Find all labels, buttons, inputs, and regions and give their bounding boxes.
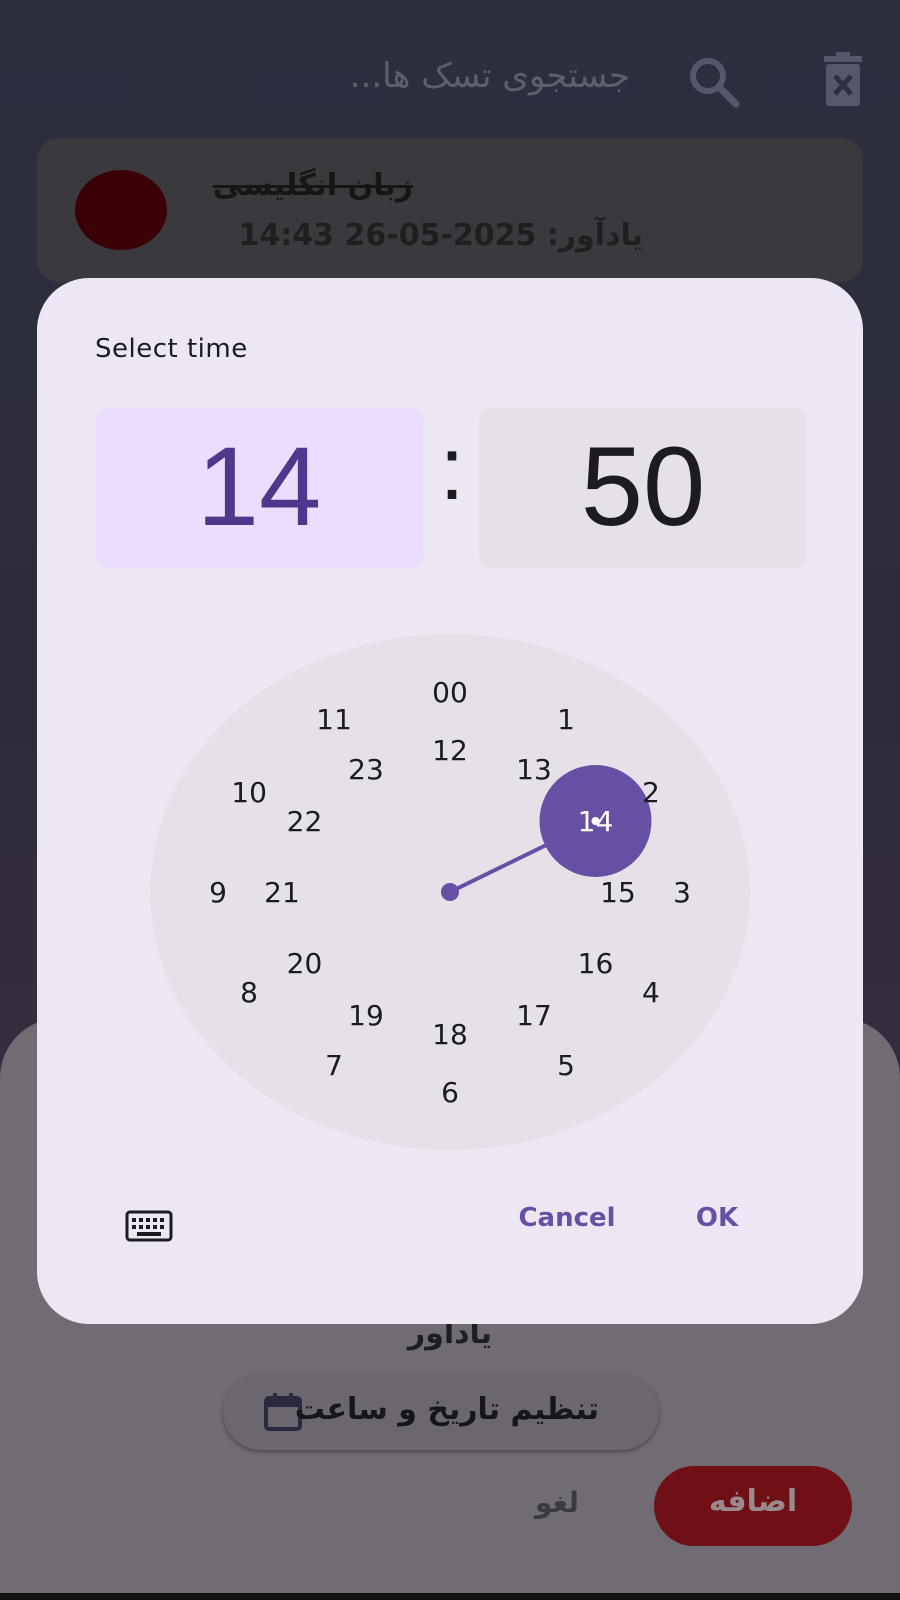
clock-number-outer-9[interactable]: 9 xyxy=(209,876,227,909)
clock-number-outer-5[interactable]: 5 xyxy=(557,1049,575,1082)
clock-number-outer-7[interactable]: 7 xyxy=(325,1049,343,1082)
clock-number-inner-19[interactable]: 19 xyxy=(348,999,384,1032)
task-title: زبان انگلیسی xyxy=(212,168,413,203)
keyboard-icon[interactable] xyxy=(125,1210,173,1242)
sheet-cancel-button[interactable]: لغو xyxy=(535,1486,579,1519)
task-color-indicator xyxy=(75,170,167,250)
task-reminder: یادآور: 2025-05-26 14:43 xyxy=(238,218,643,253)
cancel-button[interactable]: Cancel xyxy=(507,1188,627,1248)
add-button[interactable]: اضافه xyxy=(654,1466,852,1546)
clock-number-outer-3[interactable]: 3 xyxy=(673,876,691,909)
add-label: اضافه xyxy=(708,1484,798,1519)
clock-number-inner-22[interactable]: 22 xyxy=(287,805,323,838)
trash-icon[interactable] xyxy=(820,52,866,106)
clock-number-inner-23[interactable]: 23 xyxy=(348,753,384,786)
clock-dial[interactable]: 001234567891011121314151617181920212223 xyxy=(37,278,863,1324)
time-picker-dialog: Select time 14 : 50 00 1 2 3 4 5 6 7 8 9 10 11 12 13 1… xyxy=(37,278,863,1324)
clock-number-inner-17[interactable]: 17 xyxy=(516,999,552,1032)
search-input[interactable]: جستجوی تسک ها... xyxy=(350,56,630,96)
set-datetime-button[interactable]: تنظیم تاریخ و ساعت xyxy=(223,1374,659,1450)
clock-number-outer-6[interactable]: 6 xyxy=(441,1076,459,1109)
clock-number-inner-12[interactable]: 12 xyxy=(432,734,468,767)
clock-number-inner-13[interactable]: 13 xyxy=(516,753,552,786)
navigation-bar xyxy=(0,1593,900,1600)
clock-number-inner-21[interactable]: 21 xyxy=(264,876,300,909)
ok-button[interactable]: OK xyxy=(677,1188,757,1248)
clock-number-outer-8[interactable]: 8 xyxy=(240,976,258,1009)
clock-number-inner-18[interactable]: 18 xyxy=(432,1018,468,1051)
clock-number-inner-15[interactable]: 15 xyxy=(600,876,636,909)
search-icon[interactable] xyxy=(686,54,742,110)
clock-number-outer-2[interactable]: 2 xyxy=(642,776,660,809)
clock-number-outer-1[interactable]: 1 xyxy=(557,703,575,736)
clock-number-outer-10[interactable]: 10 xyxy=(231,776,267,809)
clock-number-inner-16[interactable]: 16 xyxy=(578,947,614,980)
clock-number-outer-11[interactable]: 11 xyxy=(316,703,352,736)
clock-number-outer-4[interactable]: 4 xyxy=(642,976,660,1009)
clock-center-dot xyxy=(441,883,459,901)
task-card[interactable]: زبان انگلیسی یادآور: 2025-05-26 14:43 xyxy=(37,138,863,282)
clock-number-inner-20[interactable]: 20 xyxy=(287,947,323,980)
clock-number-outer-00[interactable]: 00 xyxy=(432,676,468,709)
top-bar: جستجوی تسک ها... xyxy=(0,0,900,140)
clock-number-inner-14[interactable]: 14 xyxy=(578,805,614,838)
set-datetime-label: تنظیم تاریخ و ساعت xyxy=(294,1392,599,1427)
